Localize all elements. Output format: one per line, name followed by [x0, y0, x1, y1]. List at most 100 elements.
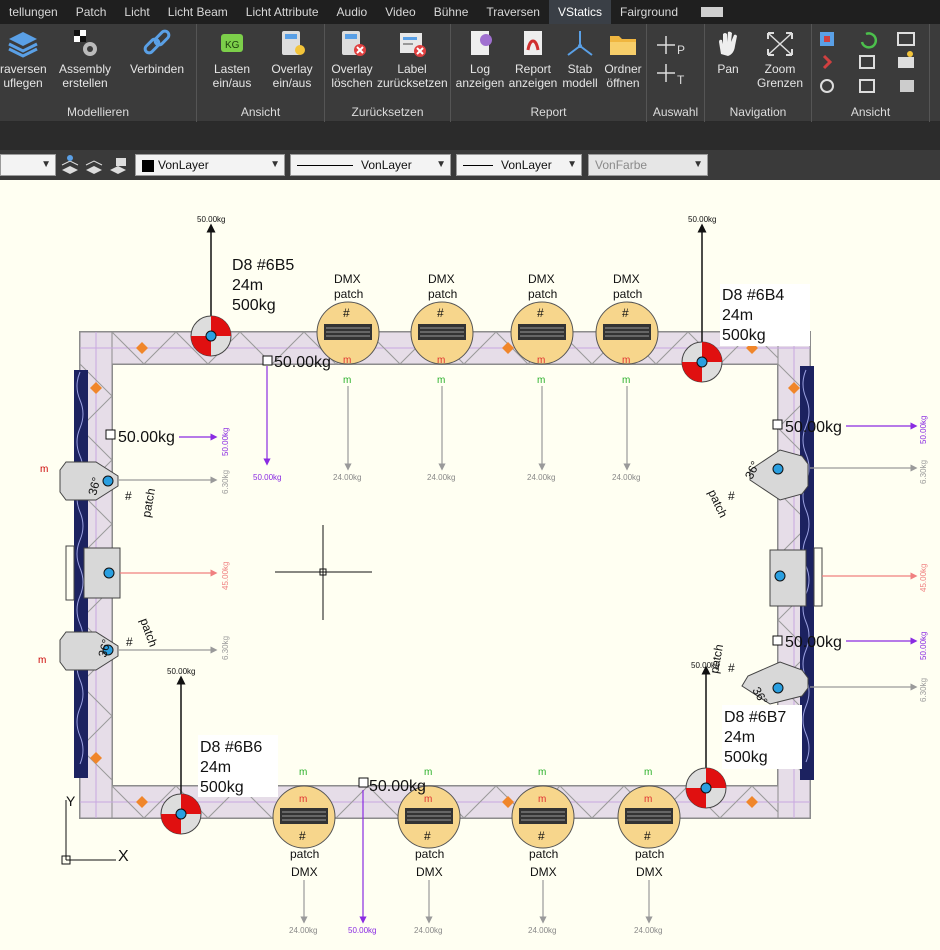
svg-text:patch: patch: [707, 643, 726, 674]
motor-reaction-load: 50.00kg: [167, 667, 195, 676]
layer-tools-icons[interactable]: [60, 154, 130, 176]
fixture-top-1[interactable]: DMX patch # m m 24.00kg: [316, 272, 380, 482]
overlay-calculator-icon: [282, 31, 305, 55]
verbinden-button[interactable]: Verbinden: [124, 28, 190, 76]
assembly-erstellen-button[interactable]: Assembly erstellen: [54, 28, 116, 90]
tab-audio[interactable]: Audio: [328, 0, 377, 24]
fixture-top-2[interactable]: DMX patch # m m 24.00kg: [410, 272, 474, 482]
label-zuruecksetzen-button[interactable]: Label zurücksetzen: [377, 28, 448, 90]
drawing-tab-strip: [0, 122, 940, 150]
svg-text:50.00kg: 50.00kg: [785, 634, 842, 651]
tab-traversen[interactable]: Traversen: [477, 0, 549, 24]
group-zuruecksetzen: Overlay löschen Label zurücksetzen Zurüc…: [325, 24, 451, 122]
point-load-left[interactable]: 50.00kg 50.00kg: [105, 428, 230, 456]
svg-text:50.00kg: 50.00kg: [348, 926, 376, 935]
stabmodell-button[interactable]: Stab modell: [559, 28, 601, 90]
label-reset-icon: [400, 33, 426, 57]
view-tools-icons[interactable]: [816, 28, 926, 100]
layers-icon: [8, 32, 38, 58]
svg-text:patch: patch: [528, 287, 557, 301]
color-swatch: [142, 159, 154, 172]
group-label-navigation: Navigation: [729, 105, 787, 119]
svg-text:24.00kg: 24.00kg: [634, 926, 662, 935]
tab-licht[interactable]: Licht: [115, 0, 158, 24]
svg-text:24.00kg: 24.00kg: [527, 473, 555, 482]
svg-text:50.00kg: 50.00kg: [919, 416, 928, 444]
properties-toolbar: ▼ VonLayer ▼ VonLayer ▼ VonLayer ▼ VonFarbe…: [0, 150, 940, 180]
svg-text:KG: KG: [225, 40, 240, 51]
color-combo[interactable]: VonLayer ▼: [135, 154, 285, 176]
fixture-right-center[interactable]: 45.00kg: [769, 547, 928, 607]
overlay-ein-aus-button[interactable]: Overlay ein/aus: [263, 28, 321, 90]
svg-text:m: m: [299, 767, 307, 778]
pan-hand-icon: [719, 31, 737, 56]
plotstyle-combo[interactable]: VonFarbe ▼: [588, 154, 708, 176]
svg-text:50.00kg: 50.00kg: [118, 429, 175, 446]
tab-licht-attribute[interactable]: Licht Attribute: [237, 0, 328, 24]
truss-drawing[interactable]: m m 50.00kg D8 #6B5 24m 500kg 50.00kg D8…: [0, 180, 940, 950]
zoom-extents-icon: [767, 32, 793, 56]
select-pt-icon: PT: [657, 36, 685, 87]
svg-text:#: #: [424, 829, 431, 843]
svg-text:6.30kg: 6.30kg: [919, 460, 928, 484]
crosshair-cursor: [275, 525, 372, 620]
tab-buehne[interactable]: Bühne: [425, 0, 478, 24]
fixture-right-1[interactable]: 36° # patch 6.30kg: [705, 449, 928, 520]
tab-vstatics[interactable]: VStatics: [548, 0, 611, 24]
chevron-down-icon: ▼: [270, 159, 280, 170]
point-load-top[interactable]: 50.00kg 50.00kg: [253, 354, 331, 482]
svg-text:45.00kg: 45.00kg: [221, 562, 230, 590]
auswahl-punkt-button[interactable]: PT: [651, 30, 701, 92]
tab-video[interactable]: Video: [376, 0, 424, 24]
svg-text:m: m: [299, 794, 307, 805]
layer-combo[interactable]: ▼: [0, 154, 56, 176]
ordner-oeffnen-button[interactable]: Ordner öffnen: [601, 28, 645, 90]
svg-text:24.00kg: 24.00kg: [333, 473, 361, 482]
linetype-combo[interactable]: VonLayer ▼: [290, 154, 451, 176]
zoom-grenzen-button[interactable]: Zoom Grenzen: [751, 28, 809, 90]
svg-text:24.00kg: 24.00kg: [528, 926, 556, 935]
link-chain-icon: [143, 29, 171, 55]
fixture-right-2[interactable]: 36° # patch 6.30kg: [707, 643, 928, 707]
fixture-left-center[interactable]: 45.00kg: [65, 545, 230, 601]
drawing-canvas[interactable]: m m 50.00kg D8 #6B5 24m 500kg 50.00kg D8…: [0, 180, 940, 950]
ribbon-minimize-icon[interactable]: [701, 7, 724, 17]
motor-load: 500kg: [724, 749, 768, 766]
lineweight-combo[interactable]: VonLayer ▼: [456, 154, 582, 176]
tab-fairground[interactable]: Fairground: [611, 0, 687, 24]
svg-text:DMX: DMX: [528, 272, 555, 286]
traversen-auflegen-button[interactable]: raversen uflegen: [0, 28, 47, 90]
group-navigation: Pan Zoom Grenzen Navigation: [705, 24, 812, 122]
svg-text:DMX: DMX: [416, 865, 443, 879]
truss-joint-markers: [90, 342, 800, 808]
svg-text:P: P: [677, 43, 685, 57]
marker-m: m: [38, 655, 46, 666]
chevron-down-icon: ▼: [693, 159, 703, 170]
svg-text:DMX: DMX: [291, 865, 318, 879]
fixture-top-3[interactable]: DMX patch # m m 24.00kg: [510, 272, 574, 482]
svg-text:24.00kg: 24.00kg: [612, 473, 640, 482]
lasten-ein-aus-button[interactable]: KG Lasten ein/aus: [203, 28, 261, 90]
tab-licht-beam[interactable]: Licht Beam: [159, 0, 237, 24]
truss-frame[interactable]: [79, 331, 811, 819]
motor-name: D8 #6B6: [200, 739, 262, 756]
svg-text:50.00kg: 50.00kg: [221, 428, 230, 456]
motor-reaction-load: 50.00kg: [688, 215, 716, 224]
tab-patch[interactable]: Patch: [67, 0, 116, 24]
svg-text:patch: patch: [529, 847, 558, 861]
motor-length: 24m: [722, 307, 753, 324]
report-anzeigen-button[interactable]: Report anzeigen: [507, 28, 559, 90]
marker-m: m: [40, 464, 48, 475]
motor-reaction-load: 50.00kg: [197, 215, 225, 224]
ribbon-panel: raversen uflegen Assembly erstellen Verb…: [0, 24, 940, 122]
pan-button[interactable]: Pan: [707, 28, 749, 76]
group-report: Log anzeigen Report anzeigen Stab modell…: [451, 24, 647, 122]
fixture-top-4[interactable]: DMX patch # m m 24.00kg: [595, 272, 659, 482]
log-anzeigen-button[interactable]: Log anzeigen: [453, 28, 507, 90]
motor-name: D8 #6B5: [232, 257, 294, 274]
motor-load: 500kg: [200, 779, 244, 796]
tab-einstellungen[interactable]: tellungen: [0, 0, 67, 24]
svg-text:patch: patch: [705, 487, 730, 520]
overlay-loeschen-button[interactable]: Overlay löschen: [327, 28, 377, 90]
svg-text:45.00kg: 45.00kg: [919, 564, 928, 592]
